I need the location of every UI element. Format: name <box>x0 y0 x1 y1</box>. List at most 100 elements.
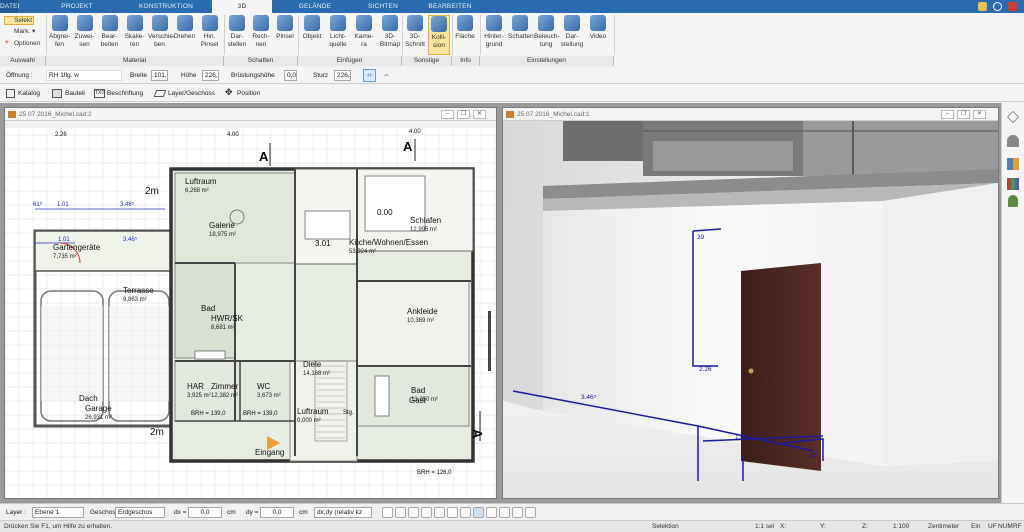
swap-icon[interactable]: ‹› <box>363 69 376 82</box>
3d-dimension-label: 2.26 <box>699 366 712 373</box>
shadow-compute-icon <box>253 15 269 31</box>
minimize-button[interactable]: – <box>941 110 954 119</box>
dimension-label: 3.46⁵ <box>123 236 138 243</box>
snap-line-icon[interactable] <box>447 507 458 518</box>
floor-select[interactable]: Erdgeschos <box>115 507 165 518</box>
floorplan-canvas[interactable]: Luftraum 6,268 m² Galerie 18,975 m² Gartenge… <box>5 121 496 498</box>
catalog-button[interactable]: Katalog <box>6 89 40 98</box>
component-button[interactable]: Bauteil <box>52 89 85 98</box>
surface-icon[interactable] <box>460 507 471 518</box>
shadow-brush-button[interactable]: Pinsel <box>274 15 296 55</box>
labeling-button[interactable]: TXT Beschriftung <box>94 89 143 98</box>
brush-icon[interactable] <box>978 2 987 11</box>
background-button[interactable]: Hinter-grund <box>482 15 506 55</box>
tab-bearbeiten[interactable]: BEARBEITEN <box>420 0 480 13</box>
tab-sichten[interactable]: SICHTEN <box>358 0 408 13</box>
brush-button[interactable]: Hin. Pinsel <box>198 15 221 55</box>
tab-3d[interactable]: 3D <box>212 0 272 13</box>
3d-canvas[interactable]: 3.46⁵ 2.26 1.01 61⁵ 39 <box>503 121 998 498</box>
floorplan-window[interactable]: 25 07 2016_Michel.cad:2 – ❐ ✕ Luftraum 6… <box>4 107 497 499</box>
select-button[interactable]: Selekt <box>4 16 34 25</box>
assign-button[interactable]: Zuwei-sen <box>73 15 96 55</box>
scale-button[interactable]: Skalie-ren <box>123 15 146 55</box>
color-icon[interactable] <box>1007 178 1019 190</box>
shadow-button[interactable]: Schatten <box>508 15 534 55</box>
snap-select-icon[interactable] <box>473 507 484 518</box>
button-label-line1: Pinsel <box>276 33 294 40</box>
screen-icon[interactable] <box>395 507 406 518</box>
area-button[interactable]: Fläche <box>454 15 476 55</box>
layer-floor-label: Layer/Geschoss <box>168 90 215 97</box>
layer-floor-button[interactable]: Layer/Geschoss <box>153 89 215 98</box>
tab-datei[interactable]: DATEI <box>0 0 19 13</box>
shadow-compute-button[interactable]: Rech-nen <box>250 15 272 55</box>
lintel-input[interactable]: 226, <box>334 70 351 81</box>
close-button[interactable]: ✕ <box>973 110 986 119</box>
restore-button[interactable]: ❐ <box>957 110 970 119</box>
3d-window-title: 25 07 2016_Michel.cad:1 <box>503 108 998 121</box>
tab-projekt[interactable]: PROJEKT <box>52 0 102 13</box>
dx-label: dx = <box>174 509 187 516</box>
button-label-line1: 3D- <box>409 33 421 40</box>
light-source-button[interactable]: Licht-quelle <box>326 15 350 55</box>
dx-input[interactable]: 0,0 <box>188 507 222 518</box>
eyedropper-button[interactable]: Abgrei-fen <box>48 15 71 55</box>
dy-input[interactable]: 0,0 <box>260 507 294 518</box>
camera-button[interactable]: Kame-ra <box>352 15 376 55</box>
button-label-line1: Rech- <box>252 33 270 40</box>
north-icon[interactable] <box>512 507 523 518</box>
tab-konstruktion[interactable]: KONSTRUKTION <box>130 0 202 13</box>
cad-doc-icon <box>506 111 514 118</box>
mark-button[interactable]: Mark. ▾ <box>5 28 35 36</box>
sill-height-input[interactable]: 0,0 <box>284 70 297 81</box>
route-icon[interactable] <box>434 507 445 518</box>
snap-edge-icon[interactable] <box>525 507 536 518</box>
minimize-button[interactable]: – <box>441 110 454 119</box>
restore-button[interactable]: ❐ <box>457 110 470 119</box>
opening-type-field[interactable]: RH 1flg. w <box>46 70 122 81</box>
lighting-button[interactable]: Beleuch-tung <box>534 15 560 55</box>
room-name: Ankleide <box>407 307 438 316</box>
room-area: 18,975 m² <box>209 232 236 238</box>
dimension-label: 3.46⁵ <box>120 201 135 208</box>
video-button[interactable]: Video <box>586 15 610 55</box>
bitmap-3d-button[interactable]: 3D- Bitmap <box>378 15 402 55</box>
dimension-label: 1.01 <box>57 202 69 208</box>
clock-icon[interactable] <box>382 507 393 518</box>
position-button[interactable]: ✥ Position <box>225 88 260 98</box>
rotate-button[interactable]: Drehen <box>173 15 196 55</box>
rotate-icon <box>176 15 193 31</box>
camera-alt-icon[interactable] <box>421 507 432 518</box>
help-icon[interactable] <box>993 2 1002 11</box>
shadow-display-button[interactable]: Dar-stellen <box>226 15 248 55</box>
edit-material-button[interactable]: Bear-beiten <box>98 15 121 55</box>
display-button[interactable]: Dar-stellung <box>560 15 584 55</box>
close-button[interactable]: ✕ <box>473 110 486 119</box>
3d-dimension-label: 39 <box>697 234 705 241</box>
coordinate-mode-select[interactable]: dx,dy (relativ kz <box>314 507 372 518</box>
object-button[interactable]: Objekt <box>300 15 324 55</box>
tab-gelaende[interactable]: GELÄNDE <box>290 0 340 13</box>
3d-view-window[interactable]: 25 07 2016_Michel.cad:1 – ❐ ✕ 3.46⁵ 2.26… <box>502 107 999 499</box>
width-input[interactable]: 101, <box>151 70 168 81</box>
display-icon <box>564 15 580 31</box>
status-mode: Selektion <box>652 523 679 530</box>
button-label-line2: fen <box>54 40 65 48</box>
material-palette-icon[interactable] <box>1007 158 1019 170</box>
furniture-icon[interactable] <box>1007 135 1019 147</box>
grid-icon[interactable] <box>486 507 497 518</box>
close-icon[interactable] <box>1008 2 1017 11</box>
section-3d-button[interactable]: 3D- Schnitt <box>404 15 426 55</box>
3d-dimension-label: 1.01 <box>735 434 748 441</box>
collision-button[interactable]: Kolli-sion <box>428 15 450 55</box>
tree-icon[interactable] <box>1008 195 1018 207</box>
height-input[interactable]: 226, <box>202 70 219 81</box>
scrollbar-thumb[interactable] <box>488 311 491 371</box>
layer-select[interactable]: Ebene 1 <box>32 507 84 518</box>
options-button[interactable]: + Optionen <box>5 39 40 48</box>
list-icon[interactable] <box>499 507 510 518</box>
move-button[interactable]: Verschie-ben <box>148 15 175 55</box>
expand-icon[interactable]: ⇔ <box>380 69 393 82</box>
layers-panel-icon[interactable] <box>1007 111 1019 123</box>
camera-icon[interactable] <box>408 507 419 518</box>
